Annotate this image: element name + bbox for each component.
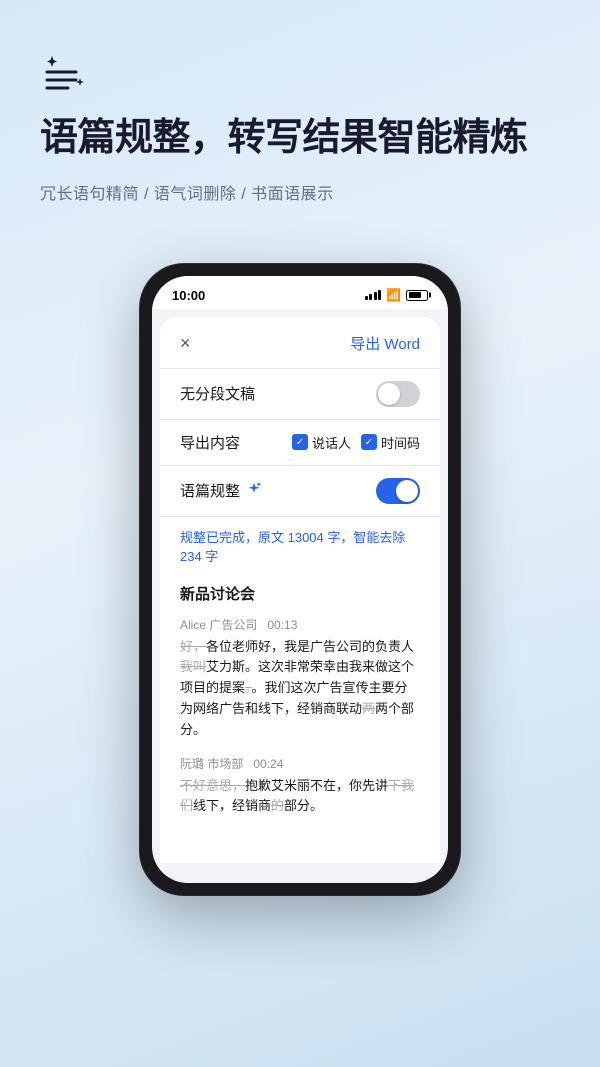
bottom-bar (152, 863, 448, 883)
timestamp-checkbox[interactable]: ✓ (361, 434, 377, 450)
wifi-icon: 📶 (386, 288, 401, 302)
subtitle: 冗长语句精简 / 语气词删除 / 书面语展示 (40, 180, 560, 204)
transcript2-mid: 抱歉艾米丽不在，你先讲 (245, 778, 388, 793)
transcript2-strike0: 不好意思， (180, 778, 245, 793)
status-message: 规整已完成，原文 13004 字，智能去除 234 字 (160, 517, 440, 575)
transcript2-end: 线下，经销商 (193, 798, 271, 813)
transcript1-strike0: 好， (180, 639, 206, 654)
export-options: ✓ 说话人 ✓ 时间码 (292, 433, 420, 452)
export-word-button[interactable]: 导出 Word (350, 333, 420, 354)
transcript1-mid: 艾力斯。这次非常荣幸由我来做这个项目的提案。。我们这次广告宣传主要分为网络广告和… (180, 659, 414, 736)
transcript-area: 新品讨论会 Alice 广告公司 00:13 好，各位老师好，我是广告公司的负责… (160, 575, 440, 848)
export-content-row: 导出内容 ✓ 说话人 ✓ 时间码 (160, 420, 440, 466)
no-paragraph-toggle[interactable] (376, 381, 420, 407)
transcript-polish-toggle[interactable] (376, 478, 420, 504)
status-text: 规整已完成，原文 13004 字，智能去除 234 字 (180, 530, 405, 564)
speaker-checkbox-item[interactable]: ✓ 说话人 (292, 433, 351, 452)
sparkle-icon (246, 481, 262, 500)
no-paragraph-label: 无分段文稿 (180, 383, 255, 404)
status-right: 📶 (365, 288, 428, 302)
speaker-label: 说话人 (312, 433, 351, 452)
export-content-label: 导出内容 (180, 432, 240, 453)
speaker2-name: 阮璐 市场部 (180, 757, 243, 771)
speaker2-time: 00:24 (253, 757, 283, 771)
speaker2-info: 阮璐 市场部 00:24 (180, 755, 420, 772)
speaker-checkbox[interactable]: ✓ (292, 434, 308, 450)
signal-icon (365, 290, 382, 300)
transcript-polish-row: 语篇规整 (160, 466, 440, 517)
speaker1-name: Alice 广告公司 (180, 618, 257, 632)
speaker1-time: 00:13 (267, 618, 297, 632)
transcript2-strike2: 的 (271, 798, 284, 813)
no-paragraph-row: 无分段文稿 (160, 369, 440, 420)
battery-icon (406, 290, 428, 301)
meeting-title: 新品讨论会 (180, 583, 420, 604)
modal-header: × 导出 Word (160, 317, 440, 369)
timestamp-checkbox-item[interactable]: ✓ 时间码 (361, 433, 420, 452)
main-title: 语篇规整，转写结果智能精炼 (40, 116, 560, 162)
phone-screen: 10:00 📶 × (152, 276, 448, 884)
transcript-polish-label-group: 语篇规整 (180, 480, 262, 501)
phone-frame: 10:00 📶 × (140, 264, 460, 896)
transcript1: 好，各位老师好，我是广告公司的负责人我叫艾力斯。这次非常荣幸由我来做这个项目的提… (180, 637, 420, 741)
status-bar: 10:00 📶 (152, 276, 448, 309)
transcript2: 不好意思，抱歉艾米丽不在，你先讲下我们线下，经销商的部分。 (180, 776, 420, 818)
close-button[interactable]: × (180, 333, 191, 354)
transcript1-pre: 各位老师好，我是广告公司的负责人 (206, 639, 414, 654)
transcript2-fin: 部分。 (284, 798, 323, 813)
transcript-polish-label: 语篇规整 (180, 480, 240, 501)
transcript1-strike1: 我叫 (180, 659, 206, 674)
modal-container: × 导出 Word 无分段文稿 导出内容 ✓ 说话人 (160, 317, 440, 864)
speaker1-info: Alice 广告公司 00:13 (180, 616, 420, 633)
status-time: 10:00 (172, 288, 205, 303)
app-logo-icon (40, 48, 88, 88)
timestamp-label: 时间码 (381, 433, 420, 452)
phone-mockup: 10:00 📶 × (0, 264, 600, 896)
